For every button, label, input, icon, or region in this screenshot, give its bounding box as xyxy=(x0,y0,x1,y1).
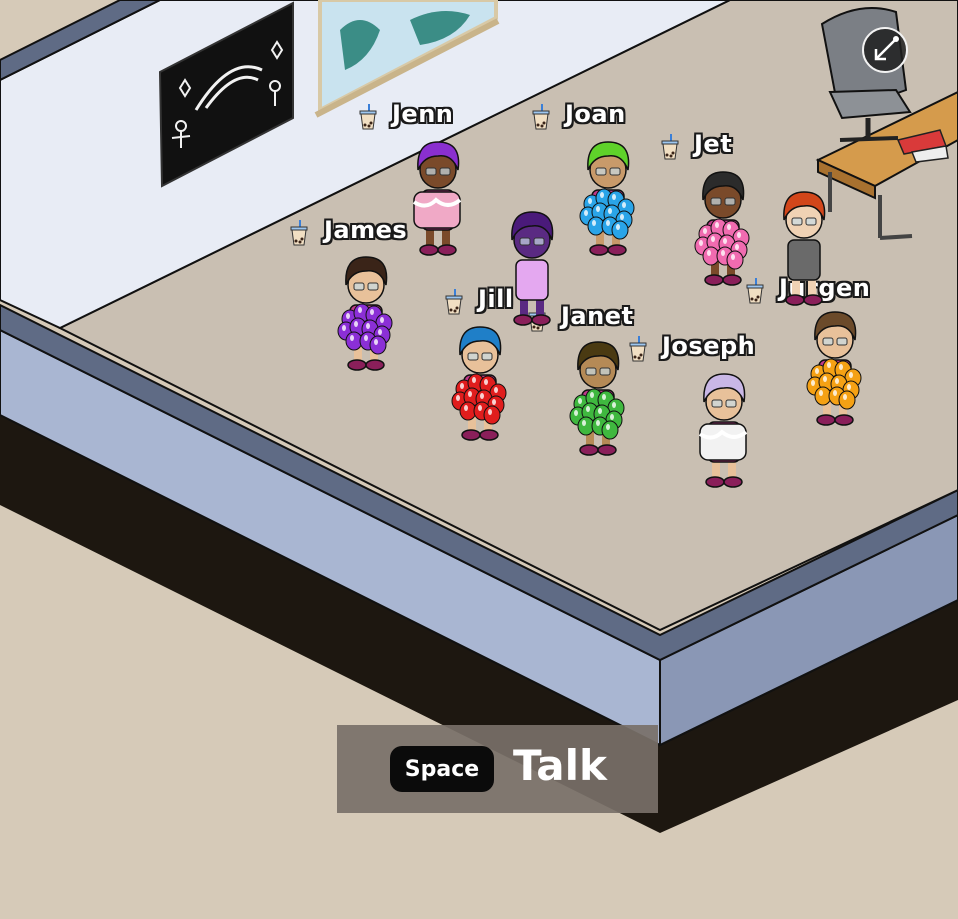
player-avatar[interactable] xyxy=(797,300,873,434)
npc-avatar[interactable] xyxy=(766,180,842,314)
bubble-tea-icon xyxy=(660,134,680,160)
player-avatar[interactable] xyxy=(400,130,476,264)
space-key-badge[interactable]: Space xyxy=(390,746,494,792)
player-avatar[interactable] xyxy=(685,160,761,294)
player-avatar[interactable] xyxy=(560,330,636,464)
player-name-label: Janet xyxy=(561,302,634,330)
player-name-label: Joan xyxy=(565,100,626,128)
bubble-tea-icon xyxy=(628,336,648,362)
talk-action-label: Talk xyxy=(513,741,607,790)
bubble-tea-icon xyxy=(358,104,378,130)
player-name-label: Joseph xyxy=(662,332,756,360)
player-avatar[interactable] xyxy=(686,362,762,496)
bubble-tea-icon xyxy=(531,104,551,130)
player-name-label: Jet xyxy=(694,130,733,158)
npc-avatar[interactable] xyxy=(494,200,570,334)
player-name-label: Jenn xyxy=(392,100,454,128)
player-name-label: James xyxy=(324,216,408,244)
zoom-button[interactable] xyxy=(862,27,908,73)
zoom-out-arrow-icon xyxy=(874,36,899,61)
player-avatar[interactable] xyxy=(570,130,646,264)
bubble-tea-icon xyxy=(289,220,309,246)
interaction-prompt: Space Talk xyxy=(337,725,658,813)
bubble-tea-icon xyxy=(745,278,765,304)
bubble-tea-icon xyxy=(444,289,464,315)
game-scene[interactable]: Jenn Joan Jet James Jill Janet Joseph Ju… xyxy=(0,0,958,919)
player-avatar[interactable] xyxy=(442,315,518,449)
player-avatar[interactable] xyxy=(328,245,404,379)
